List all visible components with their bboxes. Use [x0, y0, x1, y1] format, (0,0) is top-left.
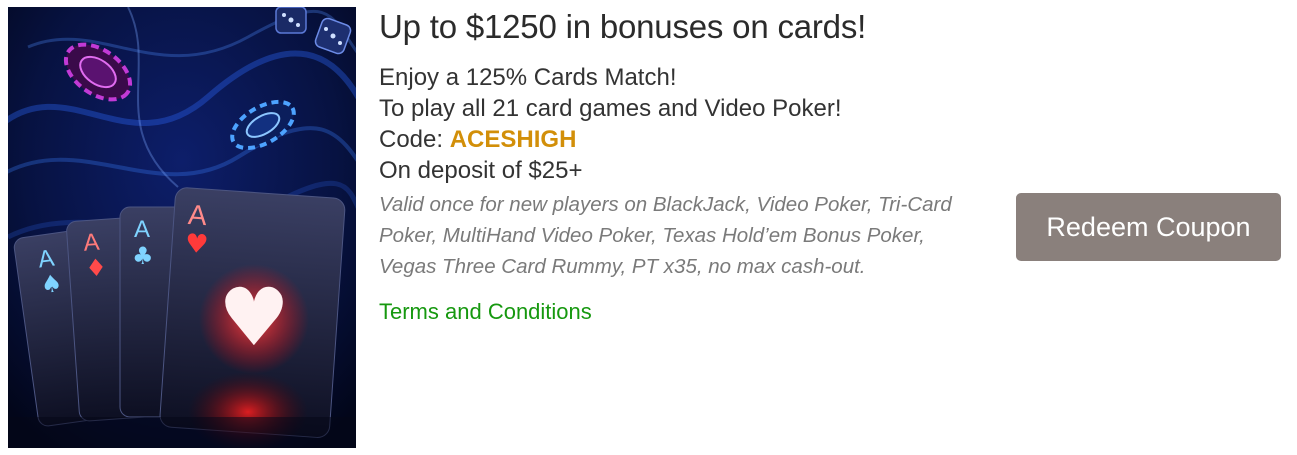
svg-text:♠: ♠ [39, 269, 64, 300]
offer-summary: Enjoy a 125% Cards Match! To play all 21… [379, 62, 999, 186]
offer-headline: Up to $1250 in bonuses on cards! [379, 8, 867, 45]
svg-text:A: A [83, 229, 101, 257]
terms-and-conditions-link[interactable]: Terms and Conditions [379, 299, 592, 325]
redeem-coupon-button[interactable]: Redeem Coupon [1016, 193, 1281, 261]
svg-text:♦: ♦ [84, 253, 107, 282]
svg-text:♥: ♥ [184, 229, 209, 261]
code-label: Code: [379, 126, 450, 153]
match-line: Enjoy a 125% Cards Match! [379, 64, 677, 91]
coupon-code-line: Code: ACESHIGH [379, 124, 999, 155]
offer-fine-print: Valid once for new players on BlackJack,… [379, 193, 952, 278]
coupon-code: ACESHIGH [449, 126, 577, 153]
coupon-offer: A ♠ A ♦ A ♣ A ♥ ♥ Up to $1250 in bonuses… [0, 0, 1297, 455]
offer-details: Up to $1250 in bonuses on cards! Enjoy a… [379, 6, 999, 325]
svg-text:♣: ♣ [132, 242, 154, 270]
svg-text:♥: ♥ [218, 271, 290, 364]
svg-text:A: A [134, 216, 150, 243]
deposit-line: On deposit of $25+ [379, 157, 583, 184]
four-aces-poker-illustration: A ♠ A ♦ A ♣ A ♥ ♥ [8, 7, 356, 448]
svg-text:A: A [187, 199, 208, 231]
games-line: To play all 21 card games and Video Poke… [379, 95, 842, 122]
